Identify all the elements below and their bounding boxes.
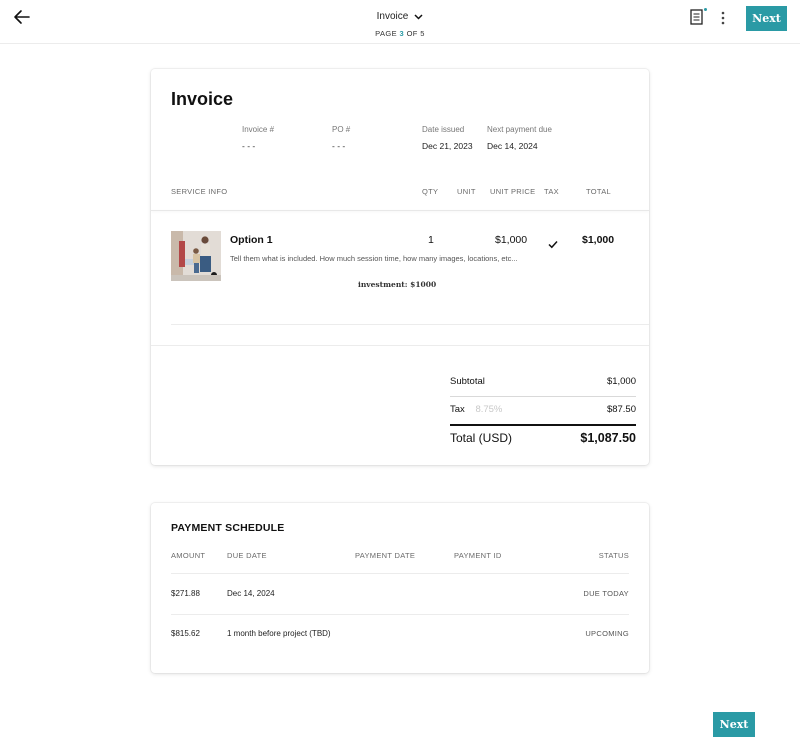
payment-status-1: DUE TODAY <box>583 589 629 598</box>
total-label: Total (USD) <box>450 431 513 445</box>
subtotal-value: $1,000 <box>606 376 636 387</box>
notification-dot <box>703 7 708 12</box>
date-issued: Date issued Dec 21, 2023 <box>422 125 473 151</box>
payment-due-date-2: 1 month before project (TBD) <box>227 629 331 638</box>
col-due-date: DUE DATE <box>227 551 267 560</box>
col-total: TOTAL <box>586 187 611 196</box>
payment-due-date-1: Dec 14, 2024 <box>227 589 275 598</box>
item-thumbnail <box>171 231 221 281</box>
next-payment-due: Next payment due Dec 14, 2024 <box>487 125 552 151</box>
subtotal-label: Subtotal <box>450 376 485 387</box>
item-name: Option 1 <box>230 234 273 246</box>
document-title: Invoice <box>376 11 409 22</box>
item-qty: 1 <box>428 234 434 246</box>
page-indicator: PAGE 3 OF 5 <box>375 29 425 38</box>
receipt-icon[interactable] <box>690 7 708 27</box>
total-divider <box>450 424 636 426</box>
item-divider <box>171 324 649 325</box>
col-amount: AMOUNT <box>171 551 206 560</box>
payment-status-2: UPCOMING <box>585 629 629 638</box>
payment-schedule-card: PAYMENT SCHEDULE AMOUNT DUE DATE PAYMENT… <box>151 503 649 673</box>
col-status: STATUS <box>598 551 629 560</box>
check-icon <box>548 236 558 249</box>
col-service-info: SERVICE INFO <box>171 187 228 196</box>
more-vertical-icon[interactable] <box>718 10 728 26</box>
current-page: 3 <box>399 29 405 38</box>
col-unit-price: UNIT PRICE <box>490 187 536 196</box>
total-row: Total (USD) $1,087.50 <box>450 431 636 445</box>
invoice-number: Invoice # - - - <box>242 125 275 151</box>
top-bar: Invoice PAGE 3 OF 5 Next <box>0 0 800 44</box>
item-total: $1,000 <box>582 234 615 246</box>
section-divider <box>151 345 649 346</box>
tax-rate: 8.75% <box>475 404 503 415</box>
payment-amount-1: $271.88 <box>171 589 200 598</box>
chevron-down-icon <box>414 13 423 20</box>
item-description: Tell them what is included. How much ses… <box>230 254 518 263</box>
po-number: PO # - - - <box>332 125 351 151</box>
invoice-card: Invoice Invoice # - - - PO # - - - Date … <box>151 69 649 465</box>
schedule-divider <box>171 573 629 574</box>
document-selector: Invoice PAGE 3 OF 5 <box>0 6 800 38</box>
col-unit: UNIT <box>457 187 476 196</box>
header-divider <box>151 210 649 211</box>
item-unit-price: $1,000 <box>495 234 528 246</box>
next-button-bottom[interactable]: Next <box>713 712 755 737</box>
col-payment-date: PAYMENT DATE <box>355 551 416 560</box>
document-title-dropdown[interactable]: Invoice <box>377 11 424 22</box>
tax-value: $87.50 <box>606 404 636 415</box>
col-qty: QTY <box>422 187 439 196</box>
next-button-top[interactable]: Next <box>746 6 787 31</box>
invoice-title: Invoice <box>171 89 234 109</box>
payment-amount-2: $815.62 <box>171 629 200 638</box>
tax-row: Tax 8.75% $87.50 <box>450 404 636 415</box>
item-investment-note: investment: $1000 <box>358 280 437 289</box>
subtotal-row: Subtotal $1,000 <box>450 376 636 387</box>
tax-label: Tax <box>450 404 465 415</box>
col-payment-id: PAYMENT ID <box>454 551 502 560</box>
payment-schedule-title: PAYMENT SCHEDULE <box>171 522 285 534</box>
schedule-divider <box>171 614 629 615</box>
col-tax: TAX <box>544 187 559 196</box>
subtotal-divider <box>450 396 636 397</box>
total-value: $1,087.50 <box>580 431 636 445</box>
